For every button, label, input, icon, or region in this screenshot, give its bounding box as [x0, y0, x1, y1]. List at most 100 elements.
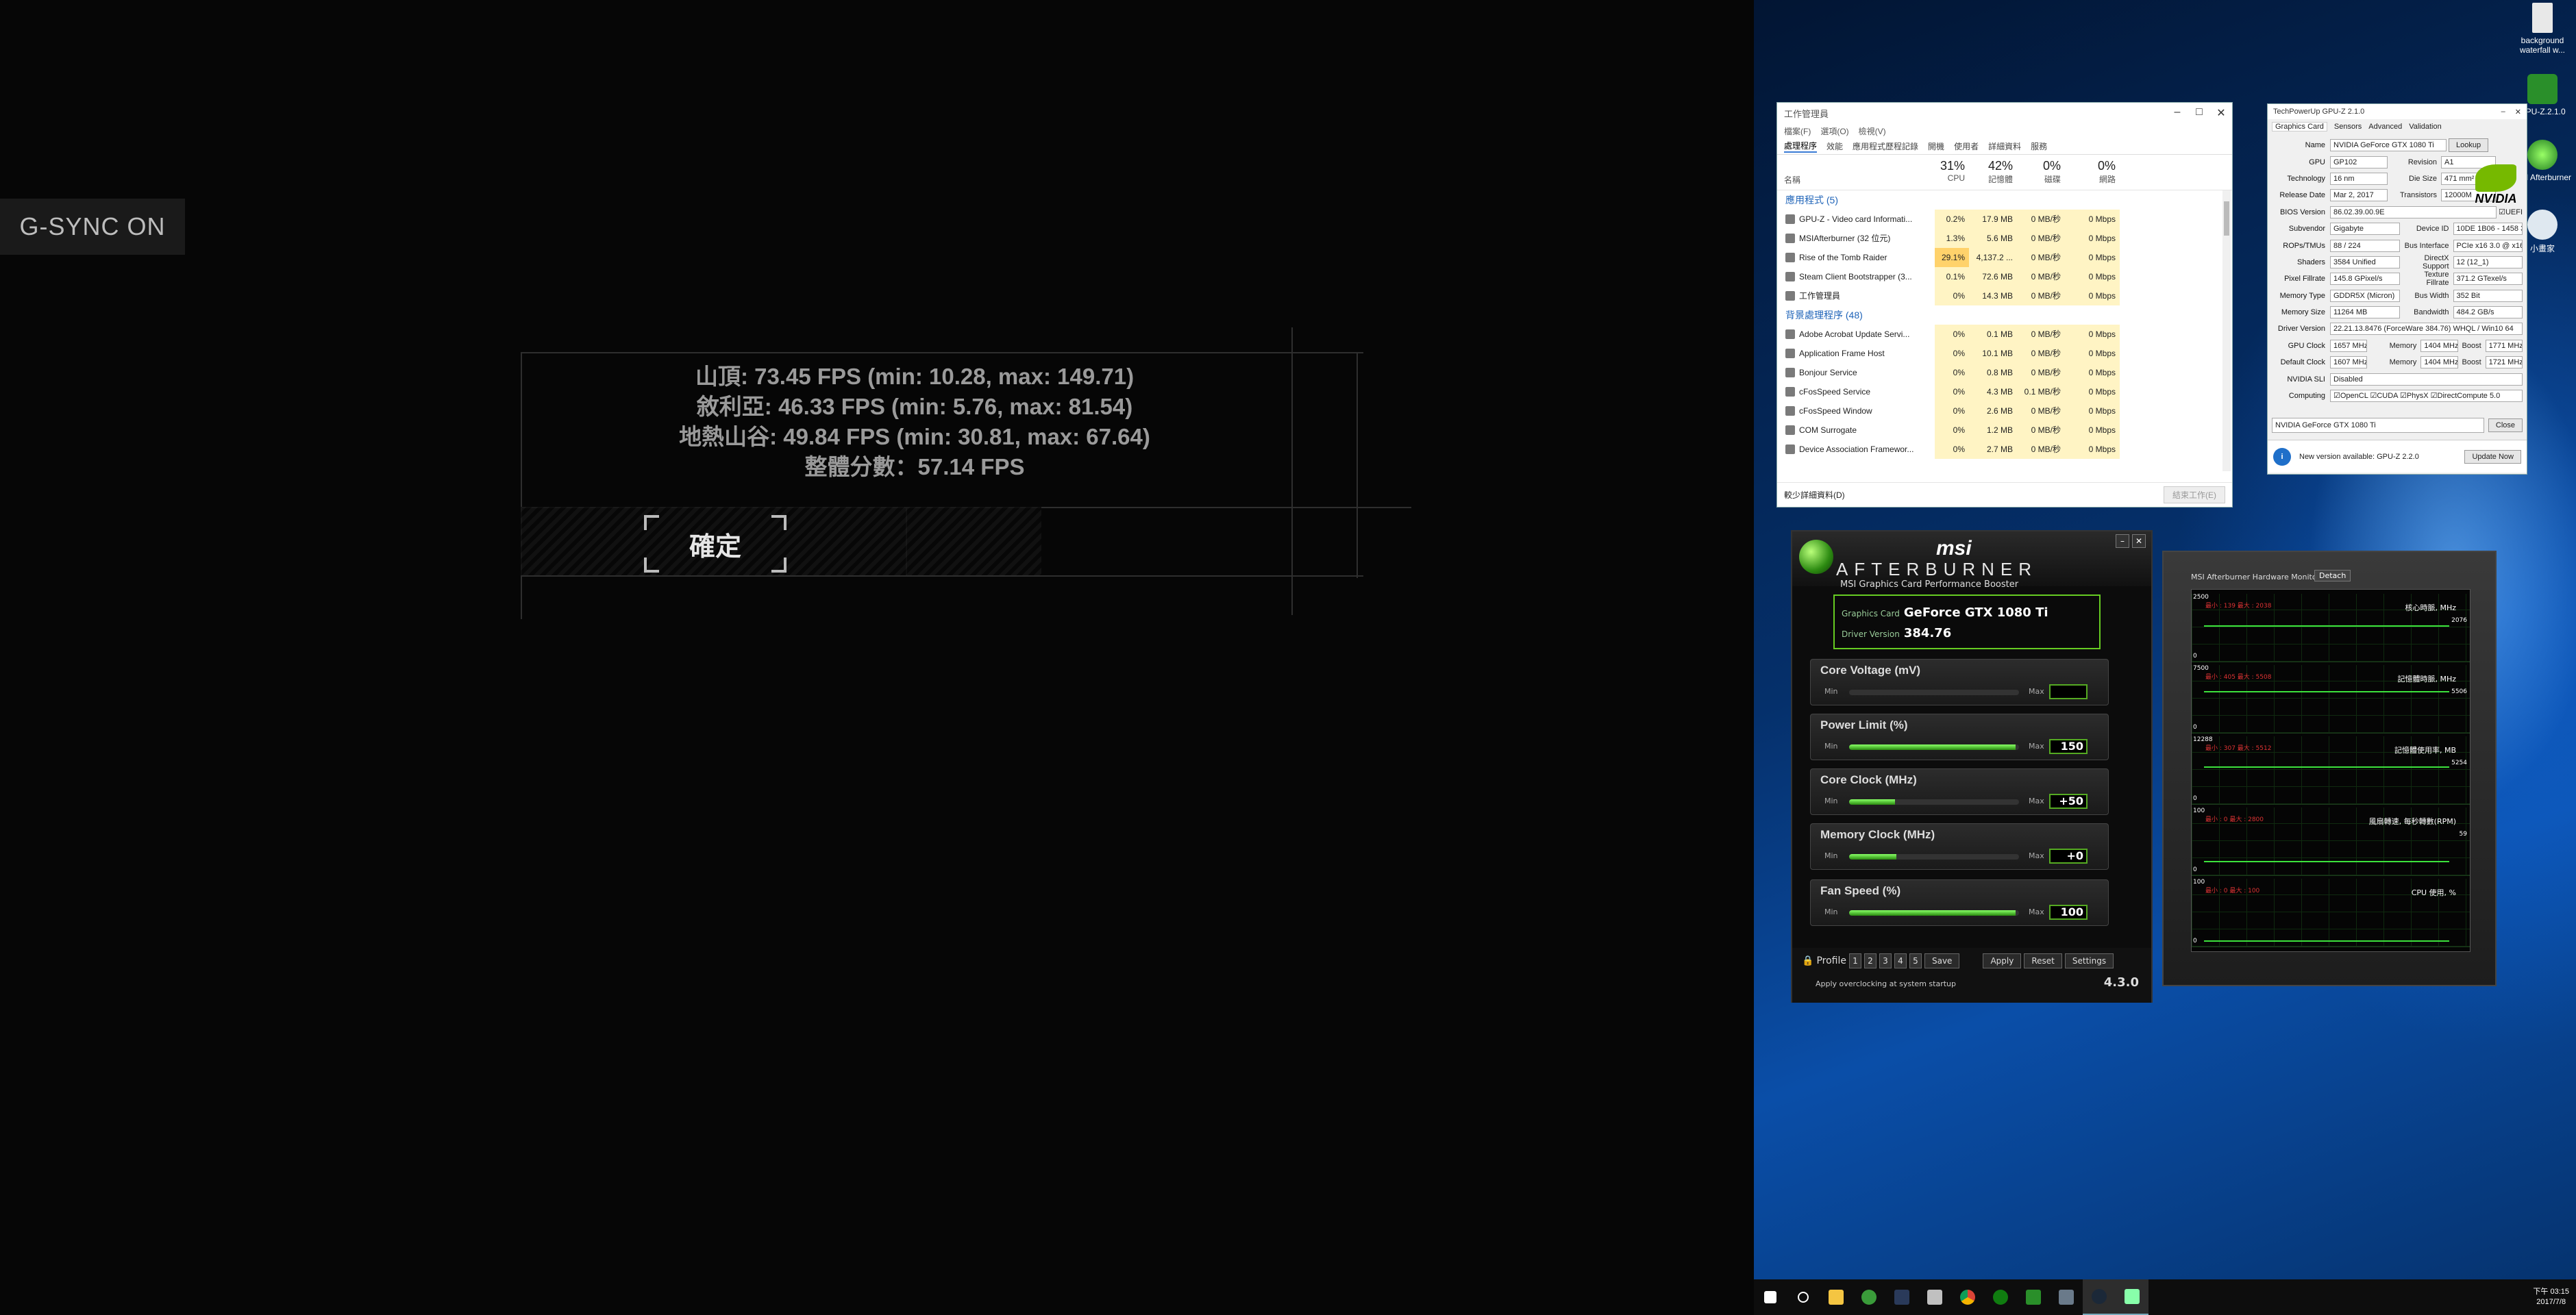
tab-services[interactable]: 服務 [2031, 140, 2047, 152]
close-button[interactable]: Close [2488, 418, 2523, 432]
taskbar-gpuz[interactable] [2017, 1279, 2050, 1315]
gpuz-window: TechPowerUp GPU-Z 2.1.0 – ✕ Graphics Card… [2268, 104, 2527, 474]
profile-slot-2[interactable]: 2 [1863, 953, 1877, 968]
process-memory: 2.7 MB [1969, 440, 2017, 459]
col-cpu[interactable]: 31% CPU [1935, 155, 1969, 190]
clock[interactable]: 下午 03:15 2017/7/8 [2533, 1287, 2576, 1307]
desktop-icon-background-file[interactable]: background waterfall w... [2512, 3, 2573, 55]
slider-value[interactable]: 150 [2049, 739, 2088, 754]
profile-slot-4[interactable]: 4 [1894, 953, 1907, 968]
process-row[interactable]: COM Surrogate 0% 1.2 MB 0 MB/秒 0 Mbps [1777, 421, 2232, 440]
slider-power-limit[interactable]: Power Limit (%) Min Max 150 [1810, 714, 2109, 760]
slider-value[interactable]: +0 [2049, 849, 2088, 864]
scrollbar[interactable] [2222, 190, 2231, 471]
process-row[interactable]: Bonjour Service 0% 0.8 MB 0 MB/秒 0 Mbps [1777, 363, 2232, 382]
tab-app-history[interactable]: 應用程式歷程記錄 [1853, 140, 1918, 152]
menu-options[interactable]: 選項(O) [1820, 125, 1848, 137]
spec-value: 3584 Unified [2330, 255, 2400, 268]
process-row[interactable]: Steam Client Bootstrapper (3... 0.1% 72.6 … [1777, 267, 2232, 286]
maximize-icon[interactable]: □ [2188, 106, 2210, 120]
lock-icon[interactable]: 🔒 [1802, 955, 1813, 966]
close-icon[interactable]: ✕ [2132, 534, 2146, 548]
process-row[interactable]: cFosSpeed Service 0% 4.3 MB 0.1 MB/秒 0 Mbps [1777, 382, 2232, 401]
slider-value[interactable]: 100 [2049, 905, 2088, 920]
update-now-button[interactable]: Update Now [2464, 449, 2521, 464]
settings-button[interactable]: Settings [2064, 953, 2114, 968]
minimize-icon[interactable]: – [2501, 108, 2505, 116]
process-row[interactable]: GPU-Z - Video card Informati... 0.2% 17.9 … [1777, 210, 2232, 229]
menu-view[interactable]: 檢視(V) [1859, 125, 1886, 137]
monitor-graph[interactable]: 2500 0 最小 : 139 最大 : 2038 核心時脈, MHz 2076 7500… [2191, 589, 2470, 952]
taskbar-app-3[interactable] [1918, 1279, 1951, 1315]
apply-at-startup-checkbox[interactable]: Apply overclocking at system startup [1816, 979, 1956, 988]
tab-processes[interactable]: 處理程序 [1784, 140, 1818, 153]
slider-value[interactable] [2049, 684, 2088, 699]
tab-startup[interactable]: 開機 [1928, 140, 1944, 152]
detach-button[interactable]: Detach [2314, 570, 2351, 581]
process-memory: 5.6 MB [1969, 229, 2017, 248]
process-row[interactable]: 工作管理員 0% 14.3 MB 0 MB/秒 0 Mbps [1777, 286, 2232, 305]
process-network: 0 Mbps [2065, 267, 2120, 286]
profile-slot-5[interactable]: 5 [1909, 953, 1922, 968]
col-network[interactable]: 0% 網路 [2065, 155, 2120, 190]
process-row[interactable]: Device Association Framewor... 0% 2.7 MB 0 … [1777, 440, 2232, 459]
profile-slot-3[interactable]: 3 [1879, 953, 1892, 968]
slider-value[interactable]: +50 [2049, 794, 2088, 809]
spec-label: Die Size [2409, 174, 2437, 183]
minimize-icon[interactable]: – [2166, 106, 2188, 120]
menu-file[interactable]: 檔案(F) [1784, 125, 1811, 137]
process-row[interactable]: MSIAfterburner (32 位元) 1.3% 5.6 MB 0 MB/秒 0 … [1777, 229, 2232, 248]
end-task-button[interactable]: 結束工作(E) [2164, 486, 2225, 503]
close-icon[interactable]: ✕ [2515, 108, 2521, 116]
slider-core-voltage-mv[interactable]: Core Voltage (mV) Min Max [1810, 659, 2109, 705]
tab-graphics-card[interactable]: Graphics Card [2272, 122, 2327, 132]
slider-track[interactable] [1849, 744, 2019, 750]
close-icon[interactable]: ✕ [2210, 106, 2232, 120]
col-name[interactable]: 名稱 [1777, 155, 1935, 190]
taskbar: 下午 03:15 2017/7/8 [1754, 1279, 2576, 1315]
taskbar-task-manager[interactable] [2116, 1279, 2148, 1315]
fewer-details-link[interactable]: 較少詳細資料(D) [1784, 489, 1845, 501]
reset-button[interactable]: Reset [2024, 953, 2062, 968]
taskbar-steam[interactable] [2083, 1279, 2116, 1315]
slider-core-clock-mhz[interactable]: Core Clock (MHz) Min Max +50 [1810, 768, 2109, 815]
tab-advanced[interactable]: Advanced [2368, 123, 2402, 131]
taskbar-app-4[interactable] [2050, 1279, 2083, 1315]
start-button[interactable] [1754, 1279, 1787, 1315]
slider-track[interactable] [1849, 854, 2019, 860]
slider-track[interactable] [1849, 910, 2019, 916]
apply-button[interactable]: Apply [1983, 953, 2022, 968]
col-memory[interactable]: 42% 記憶體 [1969, 155, 2017, 190]
slider-fan-speed[interactable]: Fan Speed (%) Min Max 100 [1810, 879, 2109, 926]
taskbar-file-explorer[interactable] [1820, 1279, 1853, 1315]
tab-details[interactable]: 詳細資料 [1988, 140, 2021, 152]
minimize-icon[interactable]: – [2116, 534, 2129, 548]
tab-sensors[interactable]: Sensors [2334, 123, 2362, 131]
search-button[interactable] [1787, 1279, 1820, 1315]
confirm-button[interactable]: 確定 [644, 515, 787, 573]
process-row[interactable]: Adobe Acrobat Update Servi... 0% 0.1 MB 0 M… [1777, 325, 2232, 344]
slider-memory-clock-mhz[interactable]: Memory Clock (MHz) Min Max +0 [1810, 823, 2109, 870]
process-row[interactable]: Application Frame Host 0% 10.1 MB 0 MB/秒 0 M… [1777, 344, 2232, 363]
process-row[interactable]: Rise of the Tomb Raider 29.1% 4,137.2 ... 0… [1777, 248, 2232, 267]
save-button[interactable]: Save [1924, 953, 1960, 968]
taskbar-xbox[interactable] [1984, 1279, 2017, 1315]
tab-users[interactable]: 使用者 [1954, 140, 1979, 152]
taskbar-app-2[interactable] [1885, 1279, 1918, 1315]
process-cpu: 0.2% [1935, 210, 1969, 229]
slider-track[interactable] [1849, 799, 2019, 805]
process-row[interactable]: cFosSpeed Window 0% 2.6 MB 0 MB/秒 0 Mbps [1777, 401, 2232, 421]
spec-label: Memory Type [2279, 291, 2325, 300]
tab-validation[interactable]: Validation [2409, 123, 2442, 131]
slider-track[interactable] [1849, 690, 2019, 695]
spec-value: NVIDIA GeForce GTX 1080 Ti [2330, 139, 2447, 152]
profile-slot-1[interactable]: 1 [1848, 953, 1861, 968]
tab-performance[interactable]: 效能 [1826, 140, 1843, 152]
lookup-button[interactable]: Lookup [2449, 138, 2489, 153]
process-disk: 0 MB/秒 [2017, 344, 2065, 363]
taskbar-app-1[interactable] [1853, 1279, 1885, 1315]
gpu-select[interactable]: NVIDIA GeForce GTX 1080 Ti [2272, 418, 2484, 433]
taskbar-chrome[interactable] [1951, 1279, 1984, 1315]
spec-label: Default Clock [2280, 358, 2325, 367]
col-disk[interactable]: 0% 磁碟 [2017, 155, 2065, 190]
